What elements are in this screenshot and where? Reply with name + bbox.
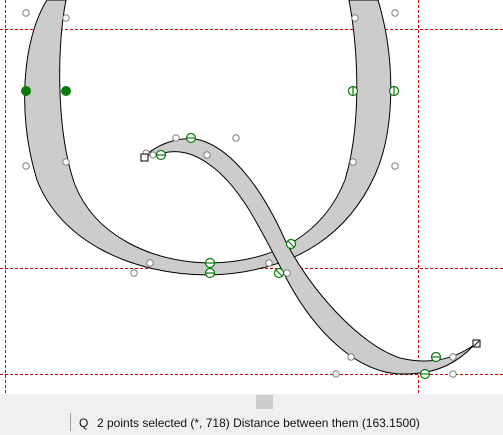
- curve-point[interactable]: [155, 149, 167, 161]
- status-message: 2 points selected (*, 718) Distance betw…: [97, 416, 420, 430]
- control-point[interactable]: [62, 158, 70, 166]
- control-point[interactable]: [203, 151, 211, 159]
- start-point-marker[interactable]: [140, 153, 149, 162]
- control-point[interactable]: [146, 259, 154, 267]
- curve-point[interactable]: [273, 267, 285, 279]
- control-point[interactable]: [22, 162, 30, 170]
- selected-point[interactable]: [21, 86, 31, 96]
- curve-point[interactable]: [430, 351, 442, 363]
- control-point[interactable]: [347, 353, 355, 361]
- control-point[interactable]: [332, 370, 340, 378]
- curve-point[interactable]: [285, 238, 297, 250]
- horizontal-scrollbar[interactable]: [0, 394, 503, 410]
- status-bar: Q 2 points selected (*, 718) Distance be…: [0, 410, 503, 435]
- control-point[interactable]: [22, 9, 30, 17]
- control-point[interactable]: [232, 134, 240, 142]
- control-point[interactable]: [62, 14, 70, 22]
- control-point[interactable]: [449, 370, 457, 378]
- control-point[interactable]: [283, 269, 291, 277]
- oncurve-points: [155, 85, 442, 380]
- curve-point[interactable]: [347, 85, 359, 97]
- curve-point[interactable]: [185, 132, 197, 144]
- control-point[interactable]: [349, 158, 357, 166]
- status-glyph-name: Q: [79, 416, 89, 430]
- control-point[interactable]: [391, 162, 399, 170]
- status-divider: [70, 413, 71, 431]
- curve-point[interactable]: [419, 368, 431, 380]
- selected-point[interactable]: [61, 86, 71, 96]
- glyph-q-bowl[interactable]: [24, 0, 392, 276]
- control-point[interactable]: [449, 353, 457, 361]
- control-point[interactable]: [149, 151, 157, 159]
- control-point[interactable]: [265, 259, 273, 267]
- curve-point[interactable]: [204, 267, 216, 279]
- control-point[interactable]: [130, 269, 138, 277]
- glyph-edit-canvas[interactable]: [0, 0, 503, 394]
- control-point[interactable]: [172, 134, 180, 142]
- scrollbar-thumb[interactable]: [256, 395, 273, 409]
- control-point[interactable]: [391, 9, 399, 17]
- curve-point[interactable]: [388, 85, 400, 97]
- control-point[interactable]: [351, 14, 359, 22]
- curve-point[interactable]: [204, 257, 216, 269]
- glyph-q-tail[interactable]: [146, 138, 475, 375]
- path-endpoints: [140, 153, 481, 348]
